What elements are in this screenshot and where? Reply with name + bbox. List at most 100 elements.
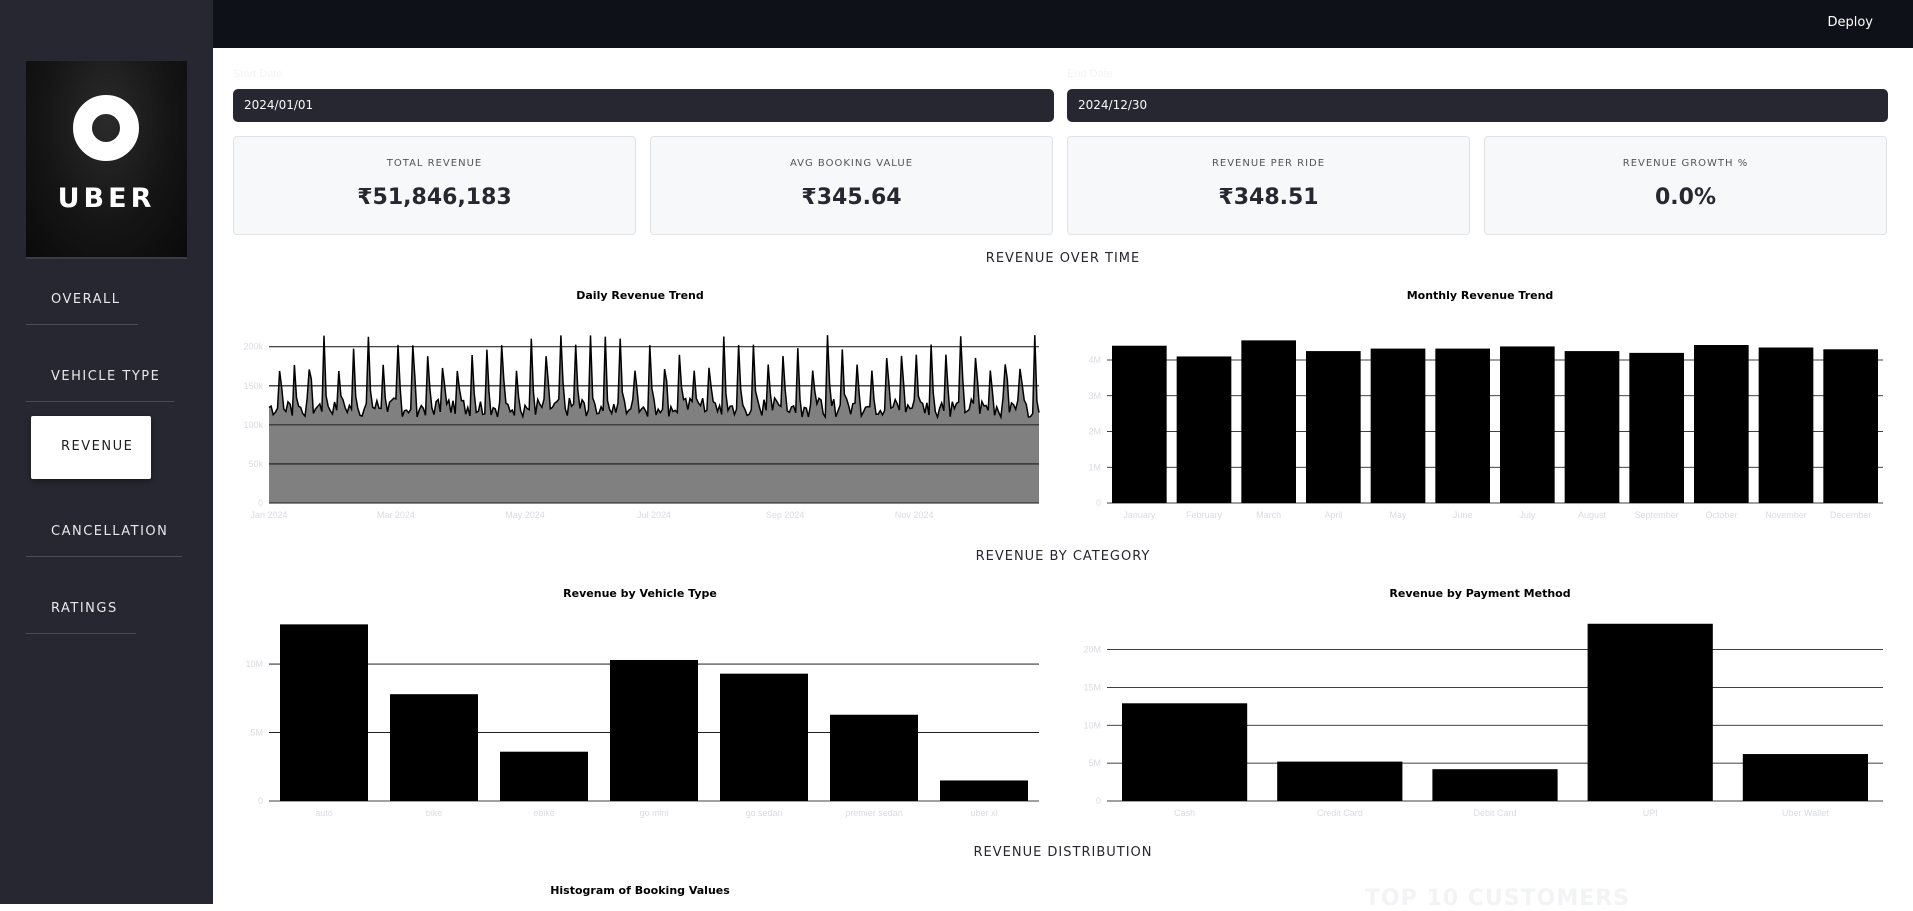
x-tick-label: July <box>1519 510 1536 520</box>
vehicle-type-revenue-chart: 0 5M 10M auto bike ebike go mini go sedan premie… <box>245 624 1039 818</box>
divider <box>26 324 138 325</box>
x-tick-label: Debit Card <box>1473 808 1516 818</box>
x-tick-label: Jul 2024 <box>637 510 671 520</box>
x-tick-label: November <box>1765 510 1807 520</box>
bar-february <box>1176 356 1232 503</box>
sidebar-item-label: OVERALL <box>51 292 121 307</box>
sidebar-item-vehicle-type[interactable]: VEHICLE TYPE <box>26 345 176 401</box>
kpi-value: 0.0% <box>1654 185 1716 210</box>
y-tick-label: 1M <box>1088 462 1101 472</box>
kpi-label: REVENUE PER RIDE <box>1211 158 1326 169</box>
deploy-button[interactable]: Deploy <box>1827 15 1873 30</box>
bar-bike <box>390 694 478 801</box>
bar-january <box>1112 345 1167 503</box>
y-tick-label: 0 <box>1096 498 1101 508</box>
kpi-revenue-growth: REVENUE GROWTH % 0.0% <box>1484 136 1887 235</box>
x-tick-label: May 2024 <box>505 510 545 520</box>
y-tick-label: 10M <box>245 659 263 669</box>
chart-title-histogram: Histogram of Booking Values <box>550 884 730 897</box>
bar-september <box>1629 352 1684 503</box>
y-tick-label: 150k <box>243 381 263 391</box>
x-tick-label: August <box>1578 510 1607 520</box>
sidebar-item-cancellation[interactable]: CANCELLATION <box>26 500 186 556</box>
y-tick-label: 10M <box>1083 720 1101 730</box>
sidebar-item-label: VEHICLE TYPE <box>51 369 161 384</box>
x-tick-label: January <box>1123 510 1156 520</box>
logo-text: UBER <box>57 183 156 214</box>
x-tick-label: Credit Card <box>1317 808 1363 818</box>
y-tick-label: 100k <box>243 420 263 430</box>
bar-upi <box>1587 623 1713 801</box>
sidebar-item-label: RATINGS <box>51 601 118 616</box>
sidebar-item-overall[interactable]: OVERALL <box>26 268 146 324</box>
payment-method-revenue-chart: 0 5M 10M 15M 20M Cash Credit Card Debit Card UPI… <box>1083 623 1883 818</box>
kpi-value: ₹348.51 <box>1218 185 1319 210</box>
daily-revenue-chart: 0 50k 100k 150k 200k Jan 2024 Mar 2024 May 2024… <box>243 335 1040 520</box>
bar-march <box>1241 340 1296 503</box>
kpi-label: AVG BOOKING VALUE <box>789 158 914 169</box>
x-tick-label: March <box>1256 510 1281 520</box>
top-toolbar: Deploy <box>0 0 1913 48</box>
kpi-label: TOTAL REVENUE <box>386 158 483 169</box>
end-date-input[interactable]: 2024/12/30 <box>1067 89 1888 122</box>
kpi-value: ₹51,846,183 <box>357 185 512 210</box>
sidebar-item-revenue[interactable]: REVENUE <box>31 416 151 479</box>
bar-ebike <box>500 751 588 801</box>
y-tick-label: 20M <box>1083 645 1101 655</box>
kpi-avg-booking-value: AVG BOOKING VALUE ₹345.64 <box>650 136 1053 235</box>
bar-july <box>1500 346 1555 503</box>
section-heading-over-time: REVENUE OVER TIME <box>985 251 1141 266</box>
chart-title-vehicle: Revenue by Vehicle Type <box>563 587 717 600</box>
chart-title-daily: Daily Revenue Trend <box>576 289 704 302</box>
section-heading-by-category: REVENUE BY CATEGORY <box>975 549 1151 564</box>
y-tick-label: 5M <box>1088 758 1101 768</box>
chart-title-monthly: Monthly Revenue Trend <box>1406 289 1554 302</box>
divider <box>26 556 182 557</box>
end-date-label: End Date <box>1067 68 1113 80</box>
sidebar-item-label: REVENUE <box>61 439 134 454</box>
sidebar-item-label: CANCELLATION <box>51 524 169 539</box>
x-tick-label: ebike <box>533 808 555 818</box>
x-tick-label: Mar 2024 <box>377 510 415 520</box>
start-date-label: Start Date <box>233 68 283 80</box>
y-tick-label: 0 <box>258 498 263 508</box>
x-tick-label: December <box>1830 510 1872 520</box>
chart-title-payment: Revenue by Payment Method <box>1389 587 1571 600</box>
bar-december <box>1823 349 1878 503</box>
x-tick-label: bike <box>426 808 443 818</box>
y-tick-label: 2M <box>1088 427 1101 437</box>
kpi-label: REVENUE GROWTH % <box>1622 158 1749 169</box>
x-tick-label: premier sedan <box>845 808 903 818</box>
sidebar: UBER OVERALL VEHICLE TYPE REVENUE CANCEL… <box>0 0 213 904</box>
uber-logo-ring-icon <box>73 95 139 161</box>
bar-may <box>1370 348 1426 503</box>
y-tick-label: 5M <box>250 728 263 738</box>
bar-go-sedan <box>720 673 808 801</box>
x-tick-label: October <box>1705 510 1737 520</box>
bar-cash <box>1122 703 1248 801</box>
x-tick-label: June <box>1453 510 1473 520</box>
start-date-input[interactable]: 2024/01/01 <box>233 89 1054 122</box>
x-tick-label: Uber Wallet <box>1782 808 1829 818</box>
kpi-total-revenue: TOTAL REVENUE ₹51,846,183 <box>233 136 636 235</box>
x-tick-label: Cash <box>1174 808 1195 818</box>
monthly-revenue-chart: 0 1M 2M 3M 4M January February March April May Jun… <box>1088 340 1883 520</box>
x-tick-label: go sedan <box>745 808 782 818</box>
sidebar-item-ratings[interactable]: RATINGS <box>26 577 141 633</box>
x-tick-label: Nov 2024 <box>895 510 934 520</box>
bar-premier-sedan <box>830 714 918 801</box>
bar-uber-xl <box>940 780 1028 801</box>
x-tick-label: Jan 2024 <box>250 510 287 520</box>
uber-logo: UBER <box>26 61 187 259</box>
bar-april <box>1306 351 1361 503</box>
y-tick-label: 3M <box>1088 391 1101 401</box>
bar-october <box>1694 345 1749 503</box>
section-heading-distribution: REVENUE DISTRIBUTION <box>973 845 1153 860</box>
x-tick-label: September <box>1635 510 1679 520</box>
y-tick-label: 200k <box>243 342 263 352</box>
bar-credit-card <box>1277 761 1403 801</box>
kpi-value: ₹345.64 <box>801 185 902 210</box>
x-tick-label: May <box>1389 510 1407 520</box>
bar-uber-wallet <box>1742 754 1868 801</box>
divider <box>26 633 136 634</box>
